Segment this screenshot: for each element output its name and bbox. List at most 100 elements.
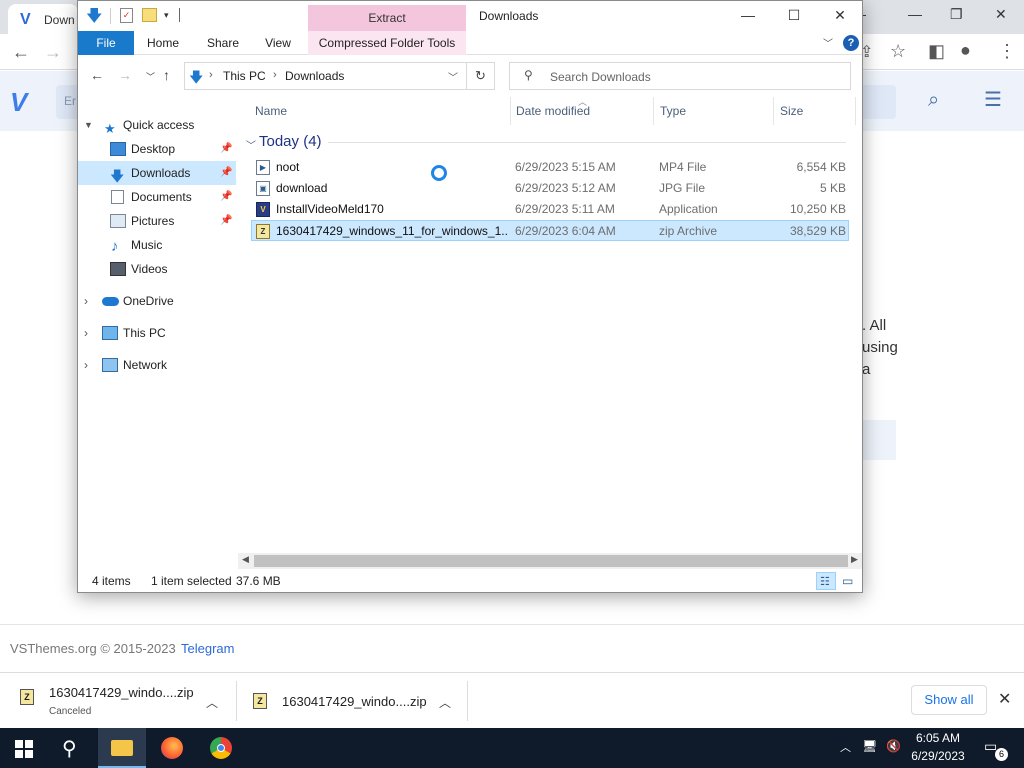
zip-file-icon: Z [253,693,267,709]
nav-item-downloads[interactable]: 🡇 Downloads 📌 [78,161,236,185]
new-folder-icon[interactable] [142,8,157,22]
clock-date[interactable]: 6/29/2023 [906,749,970,763]
restore-icon[interactable]: ❐ [950,6,963,23]
nav-item-pictures[interactable]: Pictures 📌 [78,209,236,233]
site-logo-icon[interactable]: V [10,87,27,118]
address-bar[interactable]: 🡇 › This PC › Downloads ﹀ ↻ [184,62,495,90]
column-divider[interactable] [855,97,856,125]
file-type: zip Archive [659,224,718,238]
bookmark-star-icon[interactable]: ☆ [890,41,906,62]
column-header-date-modified[interactable]: Date modified [516,97,590,125]
horizontal-scrollbar[interactable]: ◀ ▶ [238,553,862,569]
site-footer: VSThemes.org © 2015-2023 Telegram [0,624,1024,672]
column-divider[interactable] [773,97,774,125]
large-icons-view-button[interactable]: ▭ [838,572,858,590]
show-all-button[interactable]: Show all [911,685,987,715]
nav-item-videos[interactable]: Videos [78,257,236,281]
group-header-today[interactable]: Today (4) [259,133,322,150]
file-row-selected[interactable]: Z 1630417429_windows_11_for_windows_1...… [251,220,849,241]
nav-item-documents[interactable]: Documents 📌 [78,185,236,209]
refresh-icon[interactable]: ↻ [466,63,494,89]
customize-qat-dropdown-icon[interactable]: ▾ [164,10,169,21]
firefox-taskbar-button[interactable] [148,728,196,768]
scroll-right-arrow-icon[interactable]: ▶ [851,554,858,565]
chevron-right-icon[interactable]: › [84,321,88,345]
column-header-name[interactable]: Name [255,97,287,125]
nav-item-this-pc[interactable]: › This PC [78,321,236,345]
tab-home[interactable]: Home [138,31,188,55]
nav-item-music[interactable]: ♪ Music [78,233,236,257]
column-header-type[interactable]: Type [660,97,686,125]
scrollbar-thumb[interactable] [254,555,848,567]
search-input[interactable]: ⚲ Search Downloads [509,62,851,90]
extract-contextual-tab[interactable]: Extract [308,5,466,31]
expand-ribbon-chevron-icon[interactable]: ﹀ [823,35,833,50]
chevron-down-icon[interactable]: ▼ [84,113,93,137]
profile-avatar-icon[interactable]: ● [960,40,971,61]
maximize-icon[interactable]: ☐ [779,7,809,24]
tab-compressed-folder-tools[interactable]: Compressed Folder Tools [308,31,466,55]
help-icon[interactable]: ? [843,35,859,51]
tray-overflow-chevron-icon[interactable]: ︿ [840,739,851,755]
volume-muted-icon[interactable]: 🔇 [886,739,901,753]
scroll-left-arrow-icon[interactable]: ◀ [242,554,249,565]
breadcrumb-downloads[interactable]: Downloads [285,69,344,83]
nav-item-onedrive[interactable]: › OneDrive [78,289,236,313]
back-icon[interactable]: ← [90,67,104,83]
nav-item-network[interactable]: › Network [78,353,236,377]
column-divider[interactable] [510,97,511,125]
hamburger-menu-icon[interactable]: ☰ [984,87,1002,112]
chevron-up-icon[interactable]: ︿ [439,694,451,711]
search-button[interactable]: ⚲ [48,728,96,768]
minimize-icon[interactable]: — [733,7,763,23]
close-icon[interactable]: ✕ [825,7,855,24]
file-list: Name ︿ Date modified Type Size ﹀ Today (… [238,97,862,557]
file-type: MP4 File [659,160,707,174]
network-icon[interactable]: 🖥 [862,739,877,753]
close-icon[interactable]: ✕ [995,6,1007,23]
breadcrumb-separator-icon[interactable]: › [209,69,213,81]
tab-view[interactable]: View [254,31,302,55]
properties-icon[interactable]: ✓ [120,8,133,23]
chevron-up-icon[interactable]: ︿ [206,694,218,711]
forward-icon[interactable]: → [118,67,132,83]
breadcrumb-this-pc[interactable]: This PC [223,69,266,83]
column-divider[interactable] [653,97,654,125]
side-panel-icon[interactable]: ◧ [928,41,945,62]
file-row[interactable]: ▣ download 6/29/2023 5:12 AM JPG File 5 … [252,178,850,199]
browser-tab[interactable]: V Downl [8,4,78,34]
file-row[interactable]: V InstallVideoMeld170 6/29/2023 5:11 AM … [252,199,850,220]
group-collapse-chevron-icon[interactable]: ﹀ [246,137,256,152]
close-downloads-bar-icon[interactable]: ✕ [998,689,1011,709]
download-item[interactable]: Z 1630417429_windo....zip Canceled ︿ [0,673,236,729]
up-level-icon[interactable]: ↑ [163,67,170,83]
file-explorer-taskbar-button[interactable] [98,728,146,768]
telegram-link[interactable]: Telegram [181,641,234,656]
recent-locations-dropdown-icon[interactable]: ﹀ [146,70,155,83]
nav-item-desktop[interactable]: Desktop 📌 [78,137,236,161]
file-size: 6,554 KB [796,160,846,174]
chrome-taskbar-button[interactable] [198,728,246,768]
copyright-text: VSThemes.org © 2015-2023 [10,641,176,656]
window-title: Downloads [479,9,539,23]
address-dropdown-icon[interactable]: ﹀ [448,69,458,84]
column-header-size[interactable]: Size [780,97,803,125]
file-row[interactable]: ▶ noot 6/29/2023 5:15 AM MP4 File 6,554 … [252,157,850,178]
back-icon[interactable]: ← [12,42,30,63]
minimize-icon[interactable]: — [908,6,922,22]
star-icon: ★ [104,121,116,136]
download-item[interactable]: Z 1630417429_windo....zip ︿ [237,673,467,729]
application-icon: V [256,202,270,217]
tab-file[interactable]: File [78,31,134,55]
chevron-right-icon[interactable]: › [84,353,88,377]
search-icon[interactable]: ⌕ [928,89,939,112]
tab-share[interactable]: Share [198,31,248,55]
nav-quick-access[interactable]: ▼ ★ Quick access [78,113,236,137]
details-view-button[interactable]: ☷ [816,572,836,590]
start-button[interactable] [0,728,48,768]
clock-time[interactable]: 6:05 AM [906,731,970,745]
chevron-right-icon[interactable]: › [84,289,88,313]
forward-icon[interactable]: → [44,42,62,63]
breadcrumb-separator-icon[interactable]: › [273,69,277,81]
browser-menu-icon[interactable]: ⋮ [998,41,1016,62]
